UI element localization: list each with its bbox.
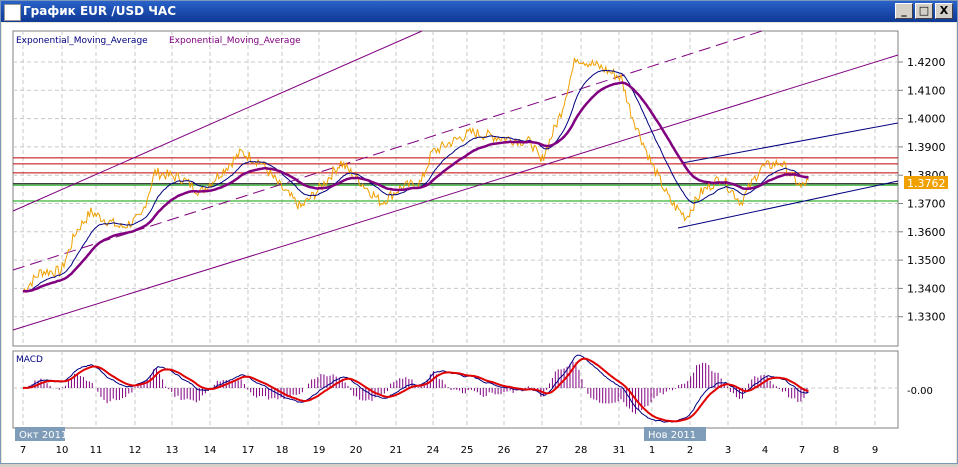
x-tick-label: 2: [687, 445, 693, 456]
x-tick-label: 25: [461, 445, 474, 456]
legend-ema-fast: Exponential_Moving_Average: [16, 36, 148, 46]
x-tick-label: 21: [390, 445, 403, 456]
x-tick-label: 3: [725, 445, 731, 456]
title-bar[interactable]: График EUR /USD ЧАС _ □ X: [1, 1, 957, 22]
x-tick-label: 4: [762, 445, 768, 456]
x-tick-label: 27: [536, 445, 549, 456]
macd-zero-tick: -0.00: [907, 386, 933, 397]
x-tick-label: 7: [799, 445, 805, 456]
month-label: Нов 2011: [648, 430, 696, 441]
x-tick-label: 9: [872, 445, 878, 456]
x-tick-label: 19: [313, 445, 326, 456]
x-tick-label: 17: [242, 445, 255, 456]
y-tick-label: 1.4200: [907, 56, 946, 69]
x-tick-label: 8: [833, 445, 839, 456]
close-button[interactable]: X: [935, 3, 953, 19]
y-tick-label: 1.4000: [907, 113, 946, 126]
current-price-label: 1.3762: [907, 177, 946, 190]
y-tick-label: 1.4100: [907, 84, 946, 97]
x-tick-label: 24: [427, 445, 440, 456]
y-tick-label: 1.3400: [907, 282, 946, 295]
window-title: График EUR /USD ЧАС: [23, 4, 177, 18]
y-tick-label: 1.3700: [907, 198, 946, 211]
x-tick-label: 26: [498, 445, 511, 456]
x-tick-label: 31: [613, 445, 626, 456]
y-tick-label: 1.3500: [907, 254, 946, 267]
y-tick-label: 1.3600: [907, 226, 946, 239]
x-tick-label: 7: [20, 445, 26, 456]
x-tick-label: 12: [129, 445, 142, 456]
macd-label: MACD: [16, 355, 43, 365]
x-tick-label: 28: [575, 445, 588, 456]
x-tick-label: 1: [649, 445, 655, 456]
x-tick-label: 11: [90, 445, 103, 456]
month-label: Окт 2011: [19, 430, 67, 441]
legend-ema-slow: Exponential_Moving_Average: [169, 36, 301, 46]
x-tick-label: 13: [166, 445, 179, 456]
x-tick-label: 18: [276, 445, 289, 456]
maximize-button[interactable]: □: [915, 3, 933, 19]
x-tick-label: 14: [204, 445, 217, 456]
chart-window: График EUR /USD ЧАС _ □ X Exponential_Mo…: [0, 0, 958, 464]
chart-app-icon: [4, 4, 21, 21]
x-tick-label: 20: [350, 445, 363, 456]
chart-svg[interactable]: Exponential_Moving_Average Exponential_M…: [2, 23, 956, 463]
y-tick-label: 1.3300: [907, 311, 946, 324]
y-tick-label: 1.3900: [907, 141, 946, 154]
minimize-button[interactable]: _: [895, 3, 913, 19]
chart-canvas[interactable]: Exponential_Moving_Average Exponential_M…: [2, 23, 956, 463]
x-tick-label: 10: [56, 445, 69, 456]
